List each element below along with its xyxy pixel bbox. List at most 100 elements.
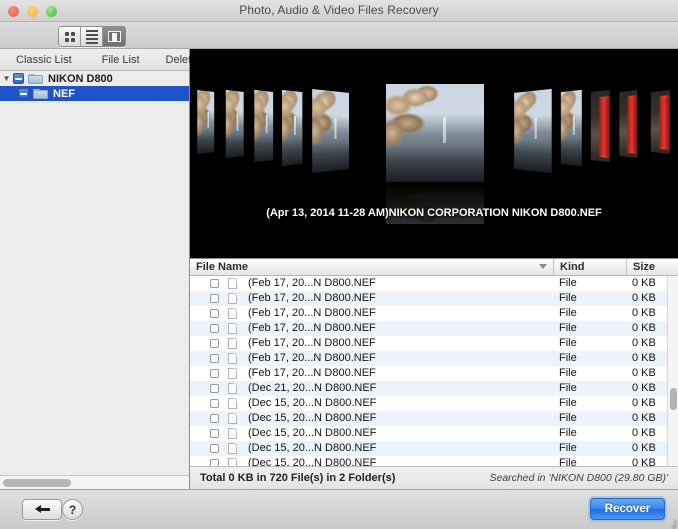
coverflow-thumbnail[interactable] [282, 90, 302, 166]
row-checkbox[interactable] [210, 324, 219, 333]
column-label: Size [633, 261, 655, 273]
coverflow-view-button[interactable] [103, 27, 125, 46]
document-icon [228, 443, 237, 454]
document-icon [228, 458, 237, 466]
sidebar-tabs: Classic List File List Deleted List [0, 49, 189, 71]
sidebar-horizontal-scrollbar[interactable] [0, 475, 189, 489]
cell-file-name: (Feb 17, 20...N D800.NEF [248, 366, 548, 381]
coverflow-thumbnail[interactable] [651, 90, 670, 154]
coverflow-thumbnail[interactable] [197, 90, 214, 154]
table-vertical-scrollbar[interactable] [667, 276, 678, 466]
coverflow-thumbnail[interactable] [226, 90, 244, 158]
table-row[interactable]: (Dec 15, 20...N D800.NEFFile0 KBDec 15..… [190, 396, 678, 411]
coverflow-thumbnail[interactable] [619, 90, 637, 158]
row-checkbox[interactable] [210, 369, 219, 378]
table-row[interactable]: (Dec 15, 20...N D800.NEFFile0 KBDec 15..… [190, 456, 678, 466]
coverflow-thumbnail[interactable] [254, 90, 273, 162]
document-icon [228, 413, 237, 424]
checkbox-mixed[interactable] [18, 88, 29, 99]
document-icon [228, 398, 237, 409]
table-row[interactable]: (Feb 17, 20...N D800.NEFFile0 KBFeb 17..… [190, 306, 678, 321]
title-bar: Photo, Audio & Video Files Recovery [0, 0, 678, 22]
list-view-button[interactable] [81, 27, 103, 46]
cell-file-name: (Dec 15, 20...N D800.NEF [248, 456, 548, 466]
cell-file-name: (Feb 17, 20...N D800.NEF [248, 321, 548, 336]
help-button[interactable]: ? [62, 499, 83, 520]
cell-file-name: (Dec 15, 20...N D800.NEF [248, 396, 548, 411]
cell-file-name: (Dec 21, 20...N D800.NEF [248, 381, 548, 396]
arrow-left-icon [35, 505, 50, 514]
icon-view-button[interactable] [59, 27, 81, 46]
column-header-file-name[interactable]: File Name [190, 259, 553, 275]
coverflow-thumbnail[interactable] [312, 89, 349, 173]
list-icon [86, 30, 98, 44]
row-checkbox[interactable] [210, 429, 219, 438]
cell-file-name: (Dec 15, 20...N D800.NEF [248, 411, 548, 426]
coverflow-thumbnail[interactable] [591, 90, 610, 162]
table-body[interactable]: (Feb 17, 20...N D800.NEFFile0 KBFeb 17..… [190, 276, 678, 466]
table-row[interactable]: (Feb 17, 20...N D800.NEFFile0 KBFeb 17..… [190, 276, 678, 291]
row-checkbox[interactable] [210, 309, 219, 318]
row-checkbox[interactable] [210, 354, 219, 363]
resize-grip[interactable] [664, 515, 677, 528]
table-row[interactable]: (Dec 15, 20...N D800.NEFFile0 KBDec 15..… [190, 441, 678, 456]
checkbox-mixed[interactable] [13, 73, 24, 84]
cell-file-name: (Feb 17, 20...N D800.NEF [248, 276, 548, 291]
tree-item-label: NIKON D800 [48, 73, 113, 85]
tab-file-list[interactable]: File List [96, 54, 146, 66]
tree-item-label: NEF [53, 88, 75, 100]
status-searched-text: Searched in 'NIKON D800 (29.80 GB)' [489, 472, 668, 484]
cell-file-name: (Feb 17, 20...N D800.NEF [248, 291, 548, 306]
cell-kind: File [559, 321, 625, 336]
column-header-size[interactable]: Size [626, 259, 678, 275]
grid-icon [65, 32, 75, 42]
scrollbar-thumb[interactable] [3, 479, 71, 487]
coverflow-thumbnail[interactable] [561, 90, 582, 166]
row-checkbox[interactable] [210, 444, 219, 453]
cell-kind: File [559, 441, 625, 456]
table-row[interactable]: (Feb 17, 20...N D800.NEFFile0 KBFeb 17..… [190, 351, 678, 366]
table-row[interactable]: (Dec 15, 20...N D800.NEFFile0 KBDec 15..… [190, 426, 678, 441]
coverflow-icon [108, 31, 121, 42]
table-row[interactable]: (Feb 17, 20...N D800.NEFFile0 KBFeb 17..… [190, 336, 678, 351]
sidebar: Classic List File List Deleted List ▼ NI… [0, 49, 190, 489]
back-button[interactable] [22, 499, 62, 520]
document-icon [228, 368, 237, 379]
coverflow-stage [190, 49, 678, 258]
row-checkbox[interactable] [210, 294, 219, 303]
row-checkbox[interactable] [210, 414, 219, 423]
row-checkbox[interactable] [210, 339, 219, 348]
coverflow-preview[interactable]: (Apr 13, 2014 11-28 AM)NIKON CORPORATION… [190, 49, 678, 258]
window-title: Photo, Audio & Video Files Recovery [0, 3, 678, 17]
coverflow-focused-thumbnail[interactable] [386, 84, 484, 182]
view-mode-segmented-control[interactable] [58, 26, 126, 47]
cell-file-name: (Feb 17, 20...N D800.NEF [248, 336, 548, 351]
coverflow-thumbnail[interactable] [514, 89, 552, 173]
recover-button-label: Recover [605, 503, 650, 515]
cell-kind: File [559, 366, 625, 381]
column-header-kind[interactable]: Kind [553, 259, 626, 275]
folder-tree: ▼ NIKON D800 NEF [0, 71, 189, 466]
tab-classic-list[interactable]: Classic List [10, 54, 78, 66]
bottom-bar: ? Recover [0, 489, 678, 529]
row-checkbox[interactable] [210, 279, 219, 288]
row-checkbox[interactable] [210, 384, 219, 393]
document-icon [228, 353, 237, 364]
disclosure-triangle-icon[interactable]: ▼ [0, 74, 13, 83]
cell-kind: File [559, 276, 625, 291]
cell-kind: File [559, 351, 625, 366]
row-checkbox[interactable] [210, 399, 219, 408]
table-row[interactable]: (Feb 17, 20...N D800.NEFFile0 KBFeb 17..… [190, 321, 678, 336]
cell-kind: File [559, 411, 625, 426]
folder-icon [33, 88, 48, 99]
table-row[interactable]: (Feb 17, 20...N D800.NEFFile0 KBFeb 17..… [190, 291, 678, 306]
tree-item-nikon-d800[interactable]: ▼ NIKON D800 [0, 71, 189, 86]
recover-button[interactable]: Recover [590, 498, 665, 520]
scrollbar-thumb[interactable] [670, 388, 677, 410]
document-icon [228, 338, 237, 349]
table-row[interactable]: (Feb 17, 20...N D800.NEFFile0 KBFeb 17..… [190, 366, 678, 381]
table-row[interactable]: (Dec 21, 20...N D800.NEFFile0 KBDec 21..… [190, 381, 678, 396]
row-checkbox[interactable] [210, 459, 219, 466]
tree-item-nef[interactable]: NEF [0, 86, 189, 101]
table-row[interactable]: (Dec 15, 20...N D800.NEFFile0 KBDec 15..… [190, 411, 678, 426]
